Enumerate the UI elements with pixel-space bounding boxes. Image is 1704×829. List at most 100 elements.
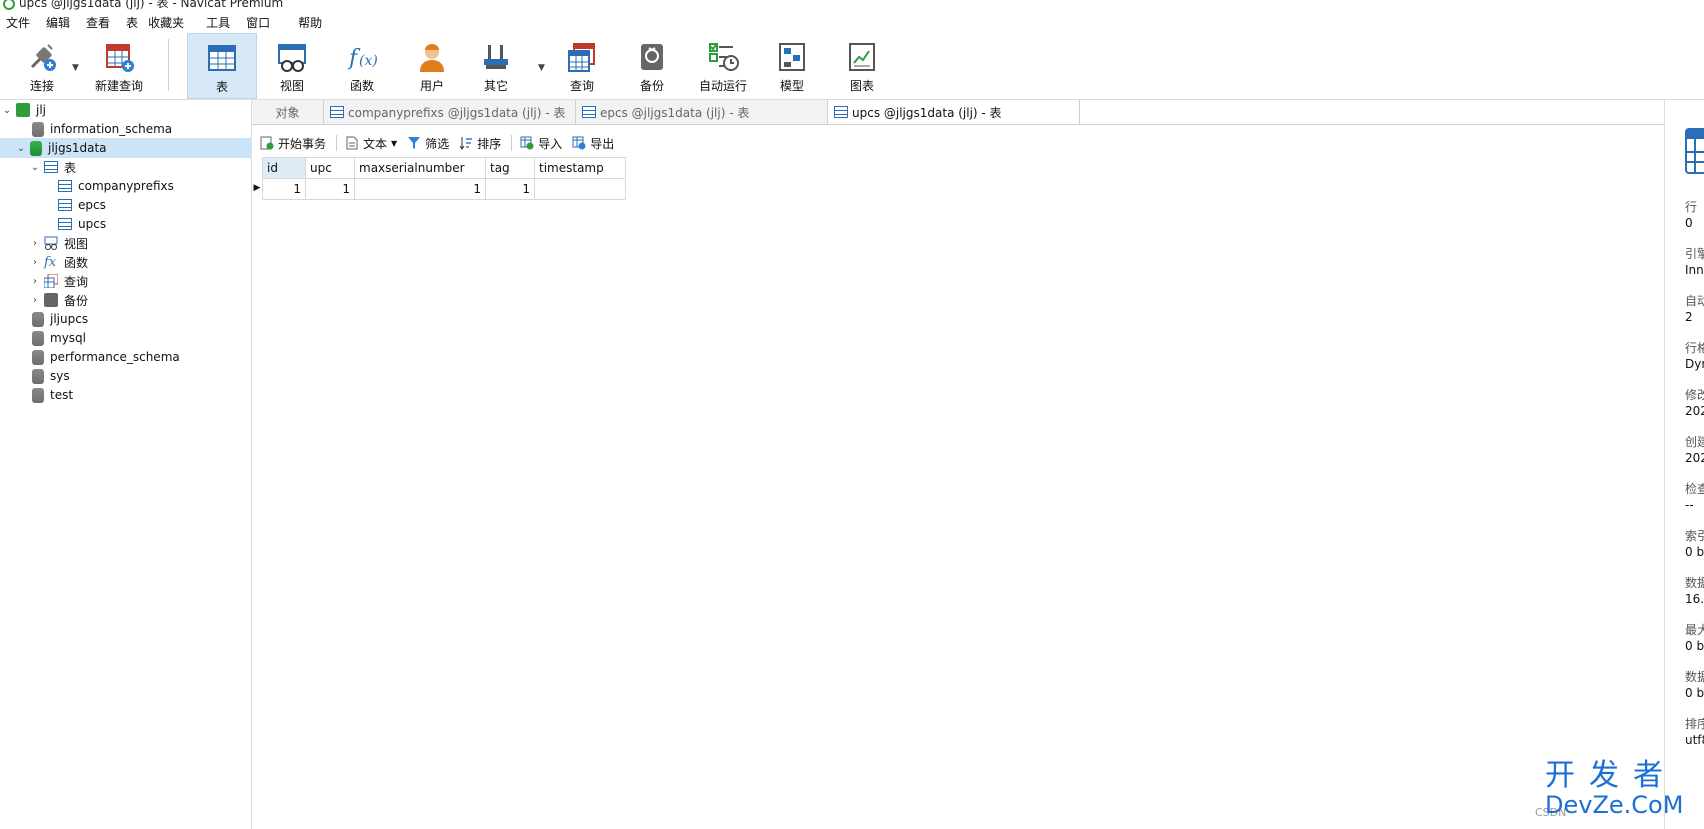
other-button[interactable]: 其它 xyxy=(466,33,526,99)
tab-epcs[interactable]: epcs @jljgs1data (jlj) - 表 xyxy=(576,100,828,124)
user-label: 用户 xyxy=(419,79,444,93)
tree-table-companyprefixs[interactable]: companyprefixs xyxy=(0,176,251,196)
model-button[interactable]: 模型 xyxy=(762,33,822,99)
tab-label: companyprefixs @jljgs1data (jlj) - 表 xyxy=(348,105,566,120)
chevron-down-icon[interactable]: ▼ xyxy=(391,139,397,148)
database-icon xyxy=(32,349,44,365)
grid-cell[interactable]: 1 xyxy=(354,178,486,200)
watermark-line-1: 开发者 xyxy=(1545,758,1677,793)
chevron-down-icon[interactable]: ⌄ xyxy=(28,162,42,173)
grid-cell[interactable]: 1 xyxy=(305,178,355,200)
tree-db-sys[interactable]: sys xyxy=(0,366,251,386)
app-icon xyxy=(3,0,15,10)
column-header-upc[interactable]: upc xyxy=(305,157,355,179)
table-icon xyxy=(834,106,848,118)
main-toolbar: 连接 ▼ 新建查询 表 视图 f (x) 函数 用户 其它 ▼ 查询 备份 自动… xyxy=(0,33,1704,100)
import-button[interactable]: 导入 xyxy=(520,135,562,152)
column-header-maxserialnumber[interactable]: maxserialnumber xyxy=(354,157,486,179)
grid-header-row: id upc maxserialnumber tag timestamp xyxy=(262,157,626,179)
tree-folder-views[interactable]: › 视图 xyxy=(0,233,251,253)
tree-db-information-schema[interactable]: information_schema xyxy=(0,119,251,139)
model-icon xyxy=(776,41,808,73)
database-icon xyxy=(32,387,44,403)
tree-folder-functions[interactable]: › fx 函数 xyxy=(0,252,251,272)
table-icon xyxy=(582,106,596,118)
column-header-id[interactable]: id xyxy=(262,157,306,179)
filter-label: 筛选 xyxy=(425,136,450,151)
tree-table-epcs[interactable]: epcs xyxy=(0,195,251,215)
table-button[interactable]: 表 xyxy=(187,33,257,99)
grid-cell[interactable] xyxy=(534,178,626,200)
tree-db-selected[interactable]: ⌄ jljgs1data xyxy=(0,138,251,158)
info-value: -- xyxy=(1685,498,1694,512)
tree-db-mysql[interactable]: mysql xyxy=(0,328,251,348)
tree-connection-label: jlj xyxy=(36,103,47,117)
new-query-icon xyxy=(103,41,135,73)
sort-button[interactable]: 排序 xyxy=(459,135,501,152)
function-button[interactable]: f (x) 函数 xyxy=(332,33,392,99)
database-icon xyxy=(32,368,44,384)
tab-companyprefixs[interactable]: companyprefixs @jljgs1data (jlj) - 表 xyxy=(324,100,576,124)
query-button[interactable]: 查询 xyxy=(552,33,612,99)
tree-connection[interactable]: ⌄ jlj xyxy=(0,100,251,120)
grid-cell[interactable]: 1 xyxy=(485,178,535,200)
window-title: upcs @jljgs1data (jlj) - 表 - Navicat Pre… xyxy=(19,0,284,10)
connect-label: 连接 xyxy=(29,79,54,93)
tree-folder-backups[interactable]: › 备份 xyxy=(0,290,251,310)
chevron-right-icon[interactable]: › xyxy=(28,276,42,287)
menu-tools[interactable]: 工具 xyxy=(206,14,230,31)
backup-icon xyxy=(44,293,58,307)
toolbar-divider xyxy=(511,135,513,151)
menu-view[interactable]: 查看 xyxy=(86,14,110,31)
chevron-right-icon[interactable]: › xyxy=(28,257,42,268)
tab-upcs[interactable]: upcs @jljgs1data (jlj) - 表 xyxy=(828,100,1080,124)
table-icon xyxy=(44,161,58,173)
tree-db-test[interactable]: test xyxy=(0,385,251,405)
user-button[interactable]: 用户 xyxy=(402,33,462,99)
connect-button[interactable]: 连接 xyxy=(14,33,70,99)
menu-file[interactable]: 文件 xyxy=(6,14,30,31)
filter-button[interactable]: 筛选 xyxy=(407,135,449,152)
info-label: 行 xyxy=(1685,200,1698,214)
column-header-tag[interactable]: tag xyxy=(485,157,535,179)
chevron-down-icon[interactable]: ⌄ xyxy=(0,105,14,116)
tab-bar: 对象 companyprefixs @jljgs1data (jlj) - 表 … xyxy=(252,100,1664,125)
new-query-button[interactable]: 新建查询 xyxy=(86,33,152,99)
chevron-down-icon[interactable]: ⌄ xyxy=(14,143,28,154)
menu-edit[interactable]: 编辑 xyxy=(46,14,70,31)
view-button[interactable]: 视图 xyxy=(262,33,322,99)
menu-table[interactable]: 表 xyxy=(126,14,138,31)
tab-objects[interactable]: 对象 xyxy=(252,100,324,124)
tab-label: 对象 xyxy=(275,105,300,120)
info-label: 数据 xyxy=(1685,670,1704,684)
tree-table-upcs[interactable]: upcs xyxy=(0,214,251,234)
tree-db-jljupcs[interactable]: jljupcs xyxy=(0,309,251,329)
grid-cell[interactable]: 1 xyxy=(262,178,306,200)
table-row[interactable]: 1 1 1 1 xyxy=(262,178,626,200)
begin-transaction-button[interactable]: 开始事务 xyxy=(260,135,326,152)
table-label: 表 xyxy=(215,80,228,94)
chart-label: 图表 xyxy=(849,79,874,93)
info-label: 排序 xyxy=(1685,717,1704,731)
menu-favorites[interactable]: 收藏夹 xyxy=(148,14,184,31)
column-header-timestamp[interactable]: timestamp xyxy=(534,157,626,179)
chart-button[interactable]: 图表 xyxy=(832,33,892,99)
export-button[interactable]: 导出 xyxy=(572,135,614,152)
chevron-right-icon[interactable]: › xyxy=(28,295,42,306)
tree-db-performance-schema[interactable]: performance_schema xyxy=(0,347,251,367)
menu-help[interactable]: 帮助 xyxy=(298,14,322,31)
chart-icon xyxy=(846,41,878,73)
connect-dropdown-icon[interactable]: ▼ xyxy=(72,63,79,73)
tree-folder-label: 查询 xyxy=(64,274,89,289)
auto-run-label: 自动运行 xyxy=(698,79,747,93)
menu-window[interactable]: 窗口 xyxy=(246,14,270,31)
tree-folder-queries[interactable]: › 查询 xyxy=(0,271,251,291)
chevron-right-icon[interactable]: › xyxy=(28,238,42,249)
text-button[interactable]: 文本 ▼ xyxy=(345,135,397,152)
info-value: InnoDB xyxy=(1685,263,1704,277)
tree-folder-tables[interactable]: ⌄ 表 xyxy=(0,157,251,177)
auto-run-button[interactable]: 自动运行 xyxy=(688,33,758,99)
backup-button[interactable]: 备份 xyxy=(622,33,682,99)
tree-table-label: epcs xyxy=(78,198,106,212)
other-dropdown-icon[interactable]: ▼ xyxy=(538,63,545,73)
